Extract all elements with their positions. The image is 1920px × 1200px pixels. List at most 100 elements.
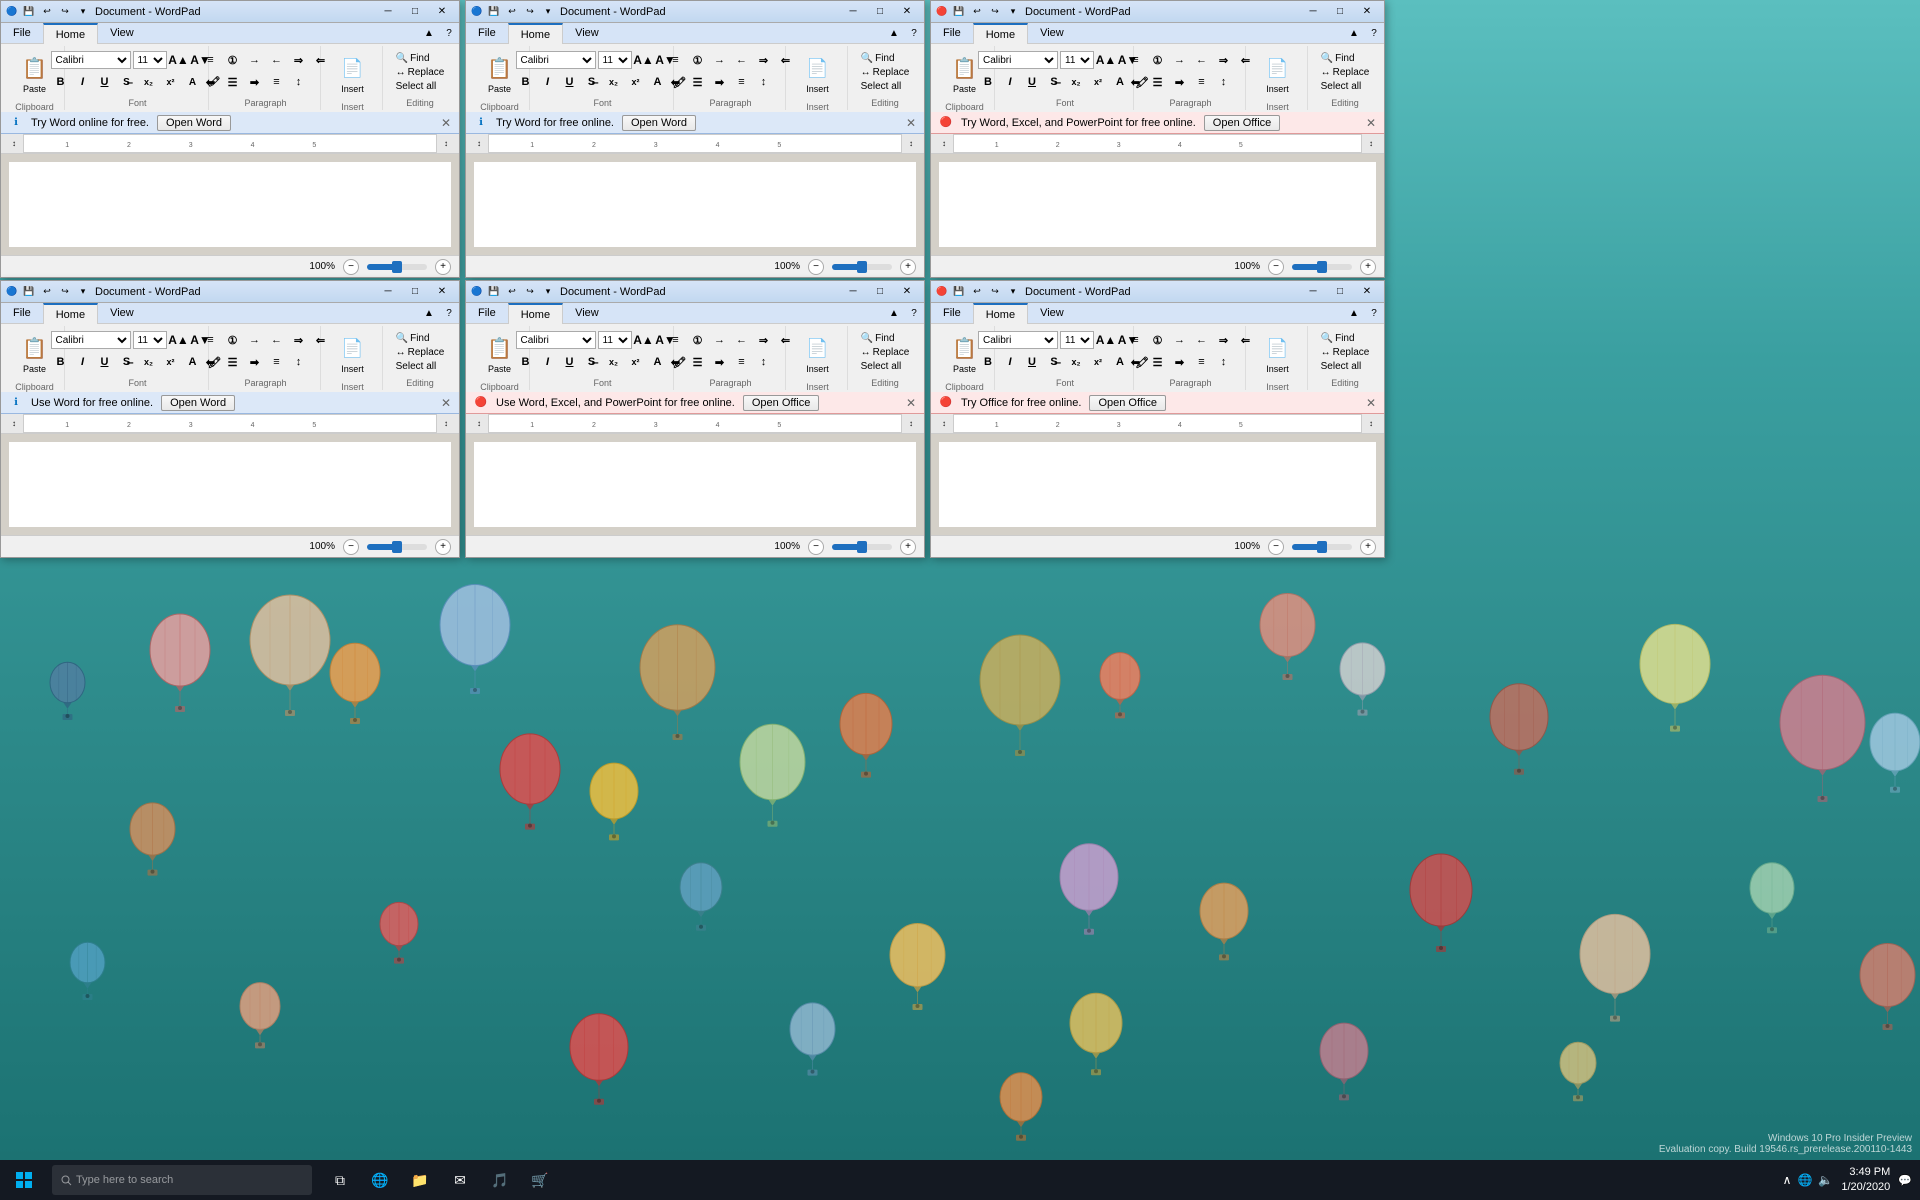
- help-btn-4[interactable]: ?: [439, 303, 459, 323]
- notify-close-3[interactable]: ✕: [1366, 116, 1376, 130]
- undo-qat-4[interactable]: ↩: [39, 284, 55, 300]
- superscript-btn-1[interactable]: x²: [161, 73, 181, 91]
- underline-btn-1[interactable]: U: [95, 73, 115, 91]
- collapse-ribbon-3[interactable]: ▲: [1344, 23, 1364, 43]
- redo-qat-3[interactable]: ↪: [987, 4, 1003, 20]
- line-spacing-5[interactable]: ↕: [754, 353, 774, 371]
- align-right-6[interactable]: ➡: [1170, 353, 1190, 371]
- italic-btn-5[interactable]: I: [538, 353, 558, 371]
- indent-less-3[interactable]: ←: [1192, 51, 1212, 69]
- font-select-1[interactable]: Calibri: [51, 51, 131, 69]
- bold-btn-2[interactable]: B: [516, 73, 536, 91]
- help-btn-3[interactable]: ?: [1364, 23, 1384, 43]
- start-button[interactable]: [0, 1160, 48, 1200]
- indent-less-6[interactable]: ←: [1192, 331, 1212, 349]
- indent-more-3[interactable]: →: [1170, 51, 1190, 69]
- tab-home-4[interactable]: Home: [43, 303, 98, 324]
- ltr-btn-5[interactable]: ⇒: [754, 331, 774, 349]
- italic-btn-4[interactable]: I: [73, 353, 93, 371]
- align-center-2[interactable]: ☰: [688, 73, 708, 91]
- tab-file-3[interactable]: File: [931, 23, 973, 43]
- bold-btn-6[interactable]: B: [978, 353, 998, 371]
- strikethrough-btn-1[interactable]: S̶: [117, 73, 137, 91]
- insert-btn-5[interactable]: 📄 Insert: [794, 328, 842, 380]
- strikethrough-btn-3[interactable]: S̶: [1044, 73, 1064, 91]
- maximize-btn-4[interactable]: □: [402, 283, 428, 301]
- notify-btn-4[interactable]: Open Word: [161, 395, 235, 411]
- tab-home-3[interactable]: Home: [973, 23, 1028, 44]
- minimize-btn-2[interactable]: ─: [840, 3, 866, 21]
- numbering-btn-1[interactable]: ①: [223, 51, 243, 69]
- font-select-5[interactable]: Calibri: [516, 331, 596, 349]
- minimize-btn-4[interactable]: ─: [375, 283, 401, 301]
- redo-qat-5[interactable]: ↪: [522, 284, 538, 300]
- zoom-out-3[interactable]: −: [1268, 259, 1284, 275]
- italic-btn-3[interactable]: I: [1000, 73, 1020, 91]
- zoom-out-5[interactable]: −: [808, 539, 824, 555]
- zoom-in-2[interactable]: +: [900, 259, 916, 275]
- zoom-in-3[interactable]: +: [1360, 259, 1376, 275]
- qat-more-3[interactable]: ▾: [1005, 4, 1021, 20]
- doc-content-2[interactable]: [474, 162, 916, 247]
- zoom-in-6[interactable]: +: [1360, 539, 1376, 555]
- subscript-btn-6[interactable]: x₂: [1066, 353, 1086, 371]
- taskbar-notification-icon[interactable]: 💬: [1898, 1174, 1912, 1187]
- tab-file-6[interactable]: File: [931, 303, 973, 323]
- qat-more-6[interactable]: ▾: [1005, 284, 1021, 300]
- maximize-btn-2[interactable]: □: [867, 3, 893, 21]
- collapse-ribbon-6[interactable]: ▲: [1344, 303, 1364, 323]
- line-spacing-4[interactable]: ↕: [289, 353, 309, 371]
- notify-close-4[interactable]: ✕: [441, 396, 451, 410]
- save-qat-1[interactable]: 💾: [21, 4, 37, 20]
- line-spacing-3[interactable]: ↕: [1214, 73, 1234, 91]
- help-btn-5[interactable]: ?: [904, 303, 924, 323]
- taskbar-explorer-icon[interactable]: 📁: [400, 1160, 440, 1200]
- size-select-6[interactable]: 11: [1060, 331, 1094, 349]
- qat-more-5[interactable]: ▾: [540, 284, 556, 300]
- underline-btn-2[interactable]: U: [560, 73, 580, 91]
- qat-more-1[interactable]: ▾: [75, 4, 91, 20]
- tab-view-5[interactable]: View: [563, 303, 611, 323]
- tab-file-2[interactable]: File: [466, 23, 508, 43]
- minimize-btn-5[interactable]: ─: [840, 283, 866, 301]
- undo-qat-5[interactable]: ↩: [504, 284, 520, 300]
- numbering-btn-3[interactable]: ①: [1148, 51, 1168, 69]
- zoom-in-1[interactable]: +: [435, 259, 451, 275]
- bullets-btn-4[interactable]: ≡: [201, 331, 221, 349]
- notify-btn-1[interactable]: Open Word: [157, 115, 231, 131]
- tab-view-4[interactable]: View: [98, 303, 146, 323]
- select-all-btn-2[interactable]: Select all: [858, 80, 913, 93]
- bullets-btn-3[interactable]: ≡: [1126, 51, 1146, 69]
- taskbar-edge-icon[interactable]: 🌐: [360, 1160, 400, 1200]
- find-btn-2[interactable]: 🔍 Find: [858, 52, 913, 65]
- align-justify-3[interactable]: ≡: [1192, 73, 1212, 91]
- redo-qat-6[interactable]: ↪: [987, 284, 1003, 300]
- grow-font-1[interactable]: A▲: [169, 51, 189, 69]
- numbering-btn-2[interactable]: ①: [688, 51, 708, 69]
- tab-view-3[interactable]: View: [1028, 23, 1076, 43]
- align-center-3[interactable]: ☰: [1148, 73, 1168, 91]
- zoom-out-1[interactable]: −: [343, 259, 359, 275]
- insert-btn-3[interactable]: 📄 Insert: [1254, 48, 1302, 100]
- tab-home-5[interactable]: Home: [508, 303, 563, 324]
- close-btn-4[interactable]: ✕: [429, 283, 455, 301]
- grow-font-4[interactable]: A▲: [169, 331, 189, 349]
- taskbar-store-icon[interactable]: 🛒: [520, 1160, 560, 1200]
- align-justify-2[interactable]: ≡: [732, 73, 752, 91]
- underline-btn-3[interactable]: U: [1022, 73, 1042, 91]
- indent-more-1[interactable]: →: [245, 51, 265, 69]
- maximize-btn-6[interactable]: □: [1327, 283, 1353, 301]
- align-justify-4[interactable]: ≡: [267, 353, 287, 371]
- zoom-in-5[interactable]: +: [900, 539, 916, 555]
- grow-font-6[interactable]: A▲: [1096, 331, 1116, 349]
- bullets-btn-1[interactable]: ≡: [201, 51, 221, 69]
- help-btn-6[interactable]: ?: [1364, 303, 1384, 323]
- bullets-btn-6[interactable]: ≡: [1126, 331, 1146, 349]
- find-btn-3[interactable]: 🔍 Find: [1318, 52, 1373, 65]
- tab-view-2[interactable]: View: [563, 23, 611, 43]
- close-btn-2[interactable]: ✕: [894, 3, 920, 21]
- tab-file-5[interactable]: File: [466, 303, 508, 323]
- underline-btn-4[interactable]: U: [95, 353, 115, 371]
- find-btn-5[interactable]: 🔍 Find: [858, 332, 913, 345]
- taskbar-search-box[interactable]: Type here to search: [52, 1165, 312, 1195]
